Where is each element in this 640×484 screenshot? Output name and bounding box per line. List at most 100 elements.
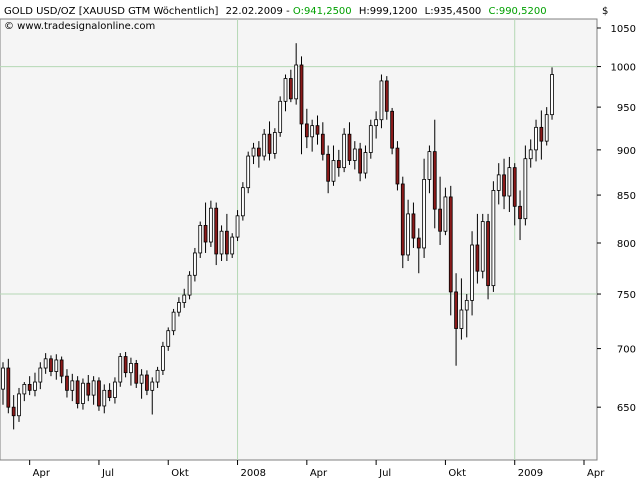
candle-body — [518, 205, 522, 220]
candle-body — [544, 114, 549, 142]
y-tick-label: 900 — [617, 146, 636, 157]
candle-body — [352, 148, 357, 161]
candle-body — [395, 147, 400, 185]
candle-body — [6, 367, 11, 408]
candle-body — [1, 367, 5, 390]
y-tick-label: 850 — [617, 191, 636, 202]
header-symbol: GOLD USD/OZ [XAUUSD GTM Wöchentlich] — [4, 6, 219, 17]
candle-body — [198, 225, 203, 254]
candle-body — [235, 215, 240, 238]
candle-body — [550, 74, 554, 116]
candle-body — [193, 252, 197, 276]
candle-body — [486, 221, 490, 287]
candle-body — [294, 64, 299, 100]
candle-body — [225, 230, 229, 255]
candle-body — [155, 369, 160, 383]
candle-body — [411, 213, 416, 239]
candle-body — [491, 190, 496, 287]
candle-up — [118, 353, 123, 387]
x-tick-label: Jul — [101, 468, 114, 479]
y-tick-label: 650 — [617, 403, 636, 414]
candle-body — [139, 374, 144, 384]
y-tick-label: 800 — [617, 239, 636, 250]
candle-up — [480, 213, 485, 279]
candle-body — [251, 147, 256, 157]
candle-body — [406, 213, 410, 256]
candle-body — [65, 375, 69, 391]
candle-down — [97, 377, 101, 411]
candle-up — [241, 182, 245, 221]
x-tick-label: Okt — [171, 468, 189, 479]
candle-up — [491, 181, 496, 292]
chart-header: GOLD USD/OZ [XAUUSD GTM Wöchentlich] 22.… — [4, 6, 547, 17]
candle-body — [27, 384, 32, 391]
candle-body — [161, 345, 165, 371]
candle-body — [267, 133, 272, 154]
header-low: L:935,4500 — [425, 6, 482, 17]
x-tick-label: Jul — [378, 468, 391, 479]
candle-body — [432, 151, 437, 210]
candle-up — [161, 341, 165, 376]
candle-body — [384, 80, 389, 112]
candle-body — [523, 158, 528, 220]
candle-body — [422, 179, 426, 249]
candle-body — [347, 133, 352, 161]
candle-body — [54, 359, 59, 372]
candle-body — [480, 221, 485, 272]
candle-body — [86, 382, 91, 396]
candle-body — [209, 207, 213, 243]
candle-body — [272, 132, 277, 154]
candle-body — [358, 148, 362, 174]
candle-body — [326, 153, 331, 182]
x-tick-label: Okt — [448, 468, 466, 479]
candle-body — [342, 133, 347, 169]
candle-body — [256, 147, 261, 157]
candle-body — [97, 380, 101, 407]
candle-body — [241, 187, 245, 217]
candle-body — [102, 389, 107, 407]
x-tick-label: 2008 — [241, 468, 266, 479]
candle-body — [171, 311, 176, 332]
x-tick-label: Apr — [587, 468, 605, 479]
candle-body — [299, 64, 304, 125]
candle-body — [38, 367, 43, 383]
chart: 650 700 750 800 850 900 950 1000 1050 Apr Jul Okt 20… — [0, 0, 640, 480]
candle-body — [262, 133, 267, 157]
candle-body — [283, 78, 288, 102]
candle-body — [22, 384, 27, 395]
candle-body — [182, 294, 187, 303]
candle-down — [75, 376, 80, 409]
candle-body — [17, 393, 21, 417]
candle-down — [390, 107, 394, 155]
candle-body — [49, 358, 53, 372]
candle-body — [379, 80, 384, 121]
candle-body — [528, 149, 533, 160]
candle-body — [91, 380, 96, 396]
candle-body — [11, 406, 16, 417]
axis-unit-label: $ — [602, 6, 608, 17]
candle-body — [448, 196, 453, 293]
candle-body — [304, 123, 309, 138]
candle-up — [187, 271, 192, 300]
candle-body — [166, 330, 171, 347]
candle-body — [400, 183, 405, 256]
x-tick-label: Apr — [310, 468, 328, 479]
candle-body — [187, 274, 192, 296]
candle-body — [177, 302, 181, 313]
candle-down — [400, 176, 405, 269]
y-tick-label: 1050 — [611, 24, 636, 35]
candle-up — [342, 128, 347, 173]
candle-body — [475, 244, 480, 272]
header-separator: - — [286, 6, 293, 17]
candle-body — [507, 167, 512, 197]
candle-body — [150, 381, 155, 391]
header-high: H:999,1200 — [359, 6, 418, 17]
candle-up — [246, 151, 251, 194]
candle-body — [512, 167, 517, 207]
candle-down — [395, 141, 400, 191]
candle-body — [129, 363, 133, 374]
y-tick-label: 950 — [617, 103, 636, 114]
candle-body — [145, 374, 149, 391]
candle-body — [459, 309, 464, 329]
candle-up — [550, 67, 554, 120]
